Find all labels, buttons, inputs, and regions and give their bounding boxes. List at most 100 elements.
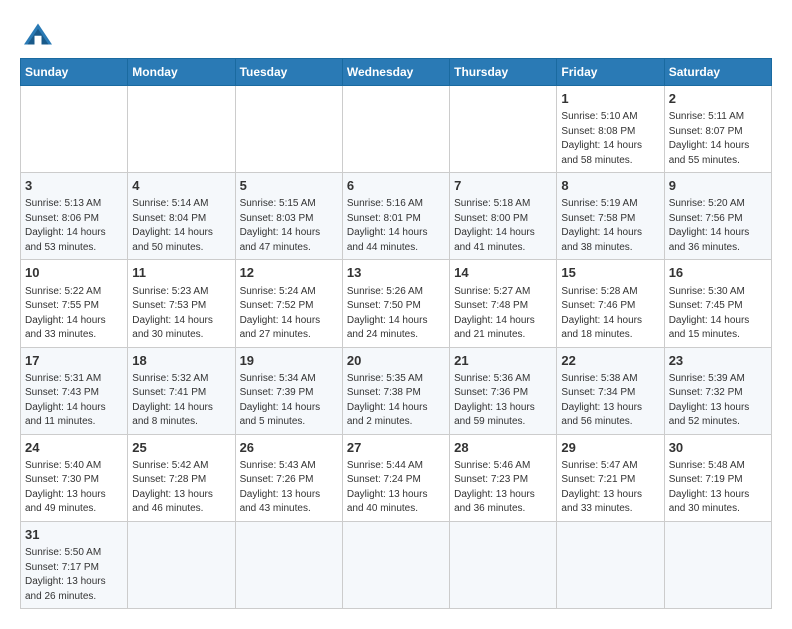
calendar-day-cell xyxy=(557,521,664,608)
day-info: Sunrise: 5:19 AM Sunset: 7:58 PM Dayligh… xyxy=(561,197,659,255)
col-thursday: Thursday xyxy=(450,59,557,86)
calendar-day-cell: 14Sunrise: 5:27 AM Sunset: 7:48 PM Dayli… xyxy=(450,260,557,347)
day-number: 24 xyxy=(25,439,123,457)
calendar-day-cell: 28Sunrise: 5:46 AM Sunset: 7:23 PM Dayli… xyxy=(450,434,557,521)
calendar-day-cell: 27 Sunrise: 5:44 AM Sunset: 7:24 PM Dayli… xyxy=(342,434,449,521)
calendar-day-cell: 20Sunrise: 5:35 AM Sunset: 7:38 PM Dayli… xyxy=(342,347,449,434)
day-info: Sunrise: 5:36 AM Sunset: 7:36 PM Dayligh… xyxy=(454,372,552,430)
calendar-week-row: 24 Sunrise: 5:40 AM Sunset: 7:30 PM Dayli… xyxy=(21,434,772,521)
day-info: Sunrise: 5:47 AM Sunset: 7:21 PM Dayligh… xyxy=(561,459,659,517)
calendar-day-cell: 25 Sunrise: 5:42 AM Sunset: 7:28 PM Dayli… xyxy=(128,434,235,521)
day-number: 8 xyxy=(561,177,659,195)
logo xyxy=(20,20,60,48)
calendar-week-row: 17 Sunrise: 5:31 AM Sunset: 7:43 PM Dayli… xyxy=(21,347,772,434)
day-info: Sunrise: 5:50 AM Sunset: 7:17 PM Dayligh… xyxy=(25,546,123,604)
day-number: 1 xyxy=(561,90,659,108)
day-info: Sunrise: 5:16 AM Sunset: 8:01 PM Dayligh… xyxy=(347,197,445,255)
day-number: 9 xyxy=(669,177,767,195)
calendar-day-cell: 26 Sunrise: 5:43 AM Sunset: 7:26 PM Dayli… xyxy=(235,434,342,521)
col-saturday: Saturday xyxy=(664,59,771,86)
day-number: 12 xyxy=(240,264,338,282)
day-number: 28 xyxy=(454,439,552,457)
calendar-day-cell: 18 Sunrise: 5:32 AM Sunset: 7:41 PM Dayli… xyxy=(128,347,235,434)
day-info: Sunrise: 5:18 AM Sunset: 8:00 PM Dayligh… xyxy=(454,197,552,255)
calendar-day-cell: 16 Sunrise: 5:30 AM Sunset: 7:45 PM Dayli… xyxy=(664,260,771,347)
logo-icon xyxy=(20,20,56,48)
day-number: 3 xyxy=(25,177,123,195)
day-number: 19 xyxy=(240,352,338,370)
day-number: 17 xyxy=(25,352,123,370)
calendar-day-cell: 12 Sunrise: 5:24 AM Sunset: 7:52 PM Dayli… xyxy=(235,260,342,347)
day-number: 14 xyxy=(454,264,552,282)
day-number: 23 xyxy=(669,352,767,370)
calendar-day-cell xyxy=(450,86,557,173)
day-number: 31 xyxy=(25,526,123,544)
calendar-day-cell: 3 Sunrise: 5:13 AM Sunset: 8:06 PM Daylig… xyxy=(21,173,128,260)
col-friday: Friday xyxy=(557,59,664,86)
day-info: Sunrise: 5:20 AM Sunset: 7:56 PM Dayligh… xyxy=(669,197,767,255)
day-number: 2 xyxy=(669,90,767,108)
day-info: Sunrise: 5:11 AM Sunset: 8:07 PM Dayligh… xyxy=(669,110,767,168)
day-info: Sunrise: 5:48 AM Sunset: 7:19 PM Dayligh… xyxy=(669,459,767,517)
day-number: 29 xyxy=(561,439,659,457)
calendar-day-cell: 4Sunrise: 5:14 AM Sunset: 8:04 PM Daylig… xyxy=(128,173,235,260)
day-number: 26 xyxy=(240,439,338,457)
calendar-day-cell xyxy=(664,521,771,608)
calendar-day-cell: 6 Sunrise: 5:16 AM Sunset: 8:01 PM Daylig… xyxy=(342,173,449,260)
day-info: Sunrise: 5:43 AM Sunset: 7:26 PM Dayligh… xyxy=(240,459,338,517)
calendar-week-row: 31 Sunrise: 5:50 AM Sunset: 7:17 PM Dayli… xyxy=(21,521,772,608)
calendar-day-cell xyxy=(342,86,449,173)
day-number: 27 xyxy=(347,439,445,457)
calendar-day-cell: 7 Sunrise: 5:18 AM Sunset: 8:00 PM Daylig… xyxy=(450,173,557,260)
day-info: Sunrise: 5:10 AM Sunset: 8:08 PM Dayligh… xyxy=(561,110,659,168)
day-info: Sunrise: 5:15 AM Sunset: 8:03 PM Dayligh… xyxy=(240,197,338,255)
day-info: Sunrise: 5:31 AM Sunset: 7:43 PM Dayligh… xyxy=(25,372,123,430)
calendar-day-cell: 22Sunrise: 5:38 AM Sunset: 7:34 PM Dayli… xyxy=(557,347,664,434)
calendar-day-cell: 29 Sunrise: 5:47 AM Sunset: 7:21 PM Dayli… xyxy=(557,434,664,521)
day-number: 18 xyxy=(132,352,230,370)
calendar-day-cell xyxy=(342,521,449,608)
day-number: 30 xyxy=(669,439,767,457)
calendar-day-cell xyxy=(128,86,235,173)
calendar-day-cell: 23Sunrise: 5:39 AM Sunset: 7:32 PM Dayli… xyxy=(664,347,771,434)
calendar-day-cell: 17 Sunrise: 5:31 AM Sunset: 7:43 PM Dayli… xyxy=(21,347,128,434)
day-number: 11 xyxy=(132,264,230,282)
day-info: Sunrise: 5:24 AM Sunset: 7:52 PM Dayligh… xyxy=(240,285,338,343)
day-info: Sunrise: 5:32 AM Sunset: 7:41 PM Dayligh… xyxy=(132,372,230,430)
day-number: 20 xyxy=(347,352,445,370)
col-sunday: Sunday xyxy=(21,59,128,86)
day-info: Sunrise: 5:28 AM Sunset: 7:46 PM Dayligh… xyxy=(561,285,659,343)
day-info: Sunrise: 5:42 AM Sunset: 7:28 PM Dayligh… xyxy=(132,459,230,517)
day-number: 15 xyxy=(561,264,659,282)
calendar-table: Sunday Monday Tuesday Wednesday Thursday… xyxy=(20,58,772,609)
day-info: Sunrise: 5:13 AM Sunset: 8:06 PM Dayligh… xyxy=(25,197,123,255)
day-number: 7 xyxy=(454,177,552,195)
day-number: 25 xyxy=(132,439,230,457)
calendar-body: 1 Sunrise: 5:10 AM Sunset: 8:08 PM Daylig… xyxy=(21,86,772,609)
calendar-day-cell: 9 Sunrise: 5:20 AM Sunset: 7:56 PM Daylig… xyxy=(664,173,771,260)
day-info: Sunrise: 5:30 AM Sunset: 7:45 PM Dayligh… xyxy=(669,285,767,343)
day-info: Sunrise: 5:40 AM Sunset: 7:30 PM Dayligh… xyxy=(25,459,123,517)
calendar-day-cell: 11Sunrise: 5:23 AM Sunset: 7:53 PM Dayli… xyxy=(128,260,235,347)
day-info: Sunrise: 5:14 AM Sunset: 8:04 PM Dayligh… xyxy=(132,197,230,255)
header-row: Sunday Monday Tuesday Wednesday Thursday… xyxy=(21,59,772,86)
calendar-day-cell: 1 Sunrise: 5:10 AM Sunset: 8:08 PM Daylig… xyxy=(557,86,664,173)
col-wednesday: Wednesday xyxy=(342,59,449,86)
calendar-day-cell xyxy=(235,521,342,608)
calendar-week-row: 1 Sunrise: 5:10 AM Sunset: 8:08 PM Daylig… xyxy=(21,86,772,173)
calendar-week-row: 3 Sunrise: 5:13 AM Sunset: 8:06 PM Daylig… xyxy=(21,173,772,260)
page-header xyxy=(20,20,772,48)
day-info: Sunrise: 5:38 AM Sunset: 7:34 PM Dayligh… xyxy=(561,372,659,430)
day-number: 6 xyxy=(347,177,445,195)
calendar-header: Sunday Monday Tuesday Wednesday Thursday… xyxy=(21,59,772,86)
day-number: 16 xyxy=(669,264,767,282)
calendar-day-cell: 8 Sunrise: 5:19 AM Sunset: 7:58 PM Daylig… xyxy=(557,173,664,260)
calendar-day-cell: 10Sunrise: 5:22 AM Sunset: 7:55 PM Dayli… xyxy=(21,260,128,347)
calendar-day-cell: 5Sunrise: 5:15 AM Sunset: 8:03 PM Daylig… xyxy=(235,173,342,260)
calendar-day-cell: 2 Sunrise: 5:11 AM Sunset: 8:07 PM Daylig… xyxy=(664,86,771,173)
day-info: Sunrise: 5:44 AM Sunset: 7:24 PM Dayligh… xyxy=(347,459,445,517)
day-number: 21 xyxy=(454,352,552,370)
day-number: 10 xyxy=(25,264,123,282)
day-info: Sunrise: 5:26 AM Sunset: 7:50 PM Dayligh… xyxy=(347,285,445,343)
calendar-day-cell: 21 Sunrise: 5:36 AM Sunset: 7:36 PM Dayli… xyxy=(450,347,557,434)
